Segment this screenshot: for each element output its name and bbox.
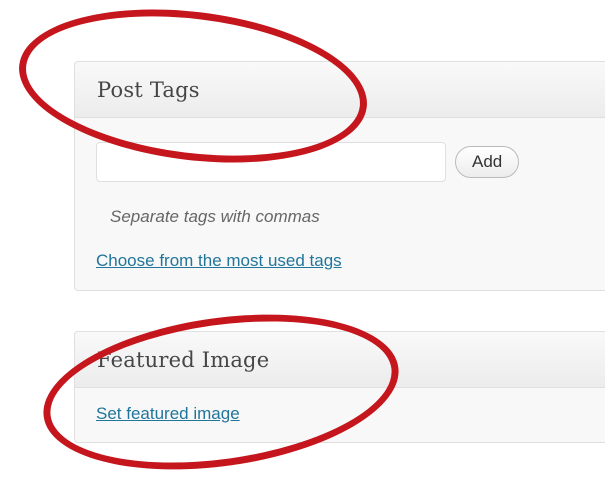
featured-image-header[interactable]: Featured Image [75,332,605,388]
set-featured-image-link[interactable]: Set featured image [96,404,240,424]
post-tags-header[interactable]: Post Tags [75,62,605,118]
featured-image-title: Featured Image [97,347,270,372]
choose-most-used-tags-link[interactable]: Choose from the most used tags [96,251,342,271]
tag-input-row: Add [96,142,520,182]
post-tags-title: Post Tags [97,77,200,102]
new-tag-input[interactable] [96,142,446,182]
add-tag-button[interactable]: Add [455,146,520,178]
featured-image-metabox: Featured Image Set featured image [74,331,605,443]
tags-hint-text: Separate tags with commas [110,207,320,226]
post-tags-metabox: Post Tags Add Separate tags with commas … [74,61,605,291]
